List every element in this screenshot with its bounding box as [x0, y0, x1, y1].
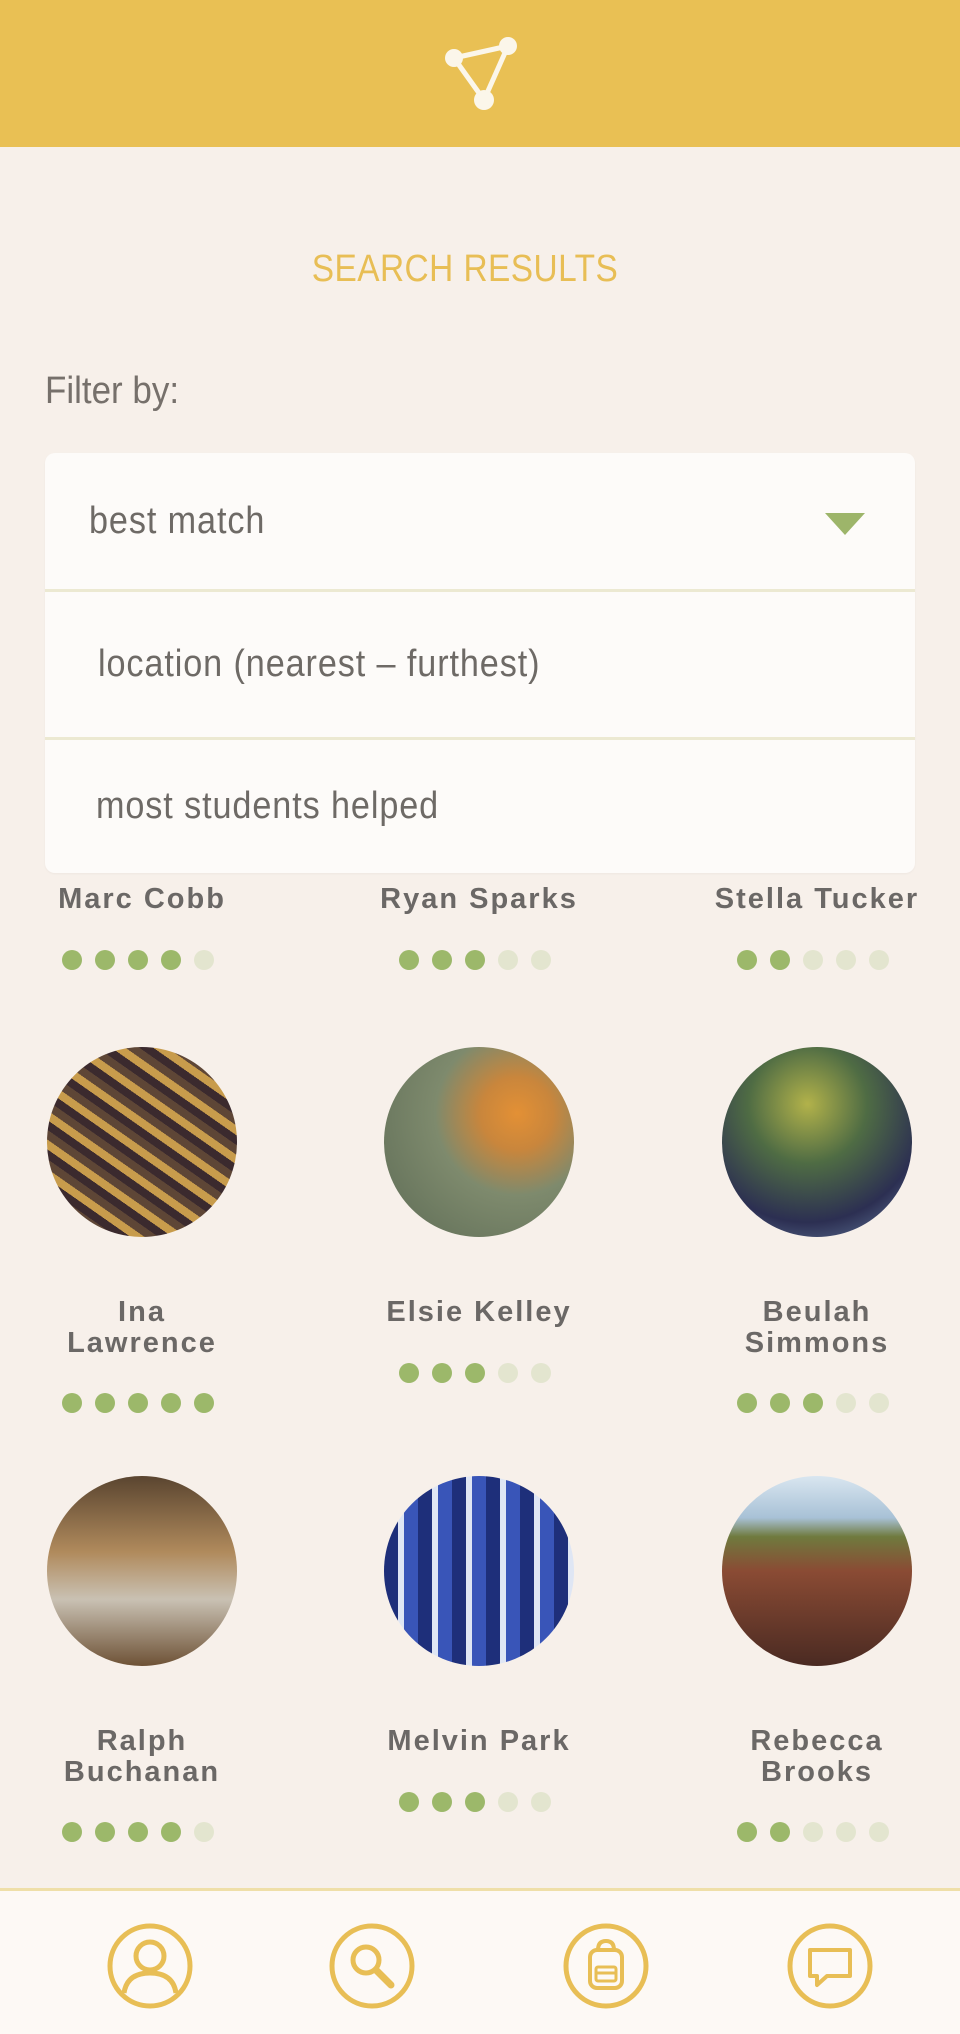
rating-dots — [399, 950, 551, 970]
rating-dots — [737, 1822, 889, 1842]
rating-dot-empty — [498, 1363, 518, 1383]
rating-dot-filled — [737, 1822, 757, 1842]
rating-dot-empty — [869, 1393, 889, 1413]
profile-icon[interactable] — [107, 1923, 193, 2009]
share-network-icon[interactable] — [438, 32, 522, 116]
rating-dot-filled — [770, 1393, 790, 1413]
filter-dropdown[interactable]: best match location (nearest – furthest)… — [45, 453, 915, 873]
result-name[interactable]: Ryan Sparks — [349, 884, 609, 915]
rating-dot-filled — [399, 1792, 419, 1812]
filter-selected-option[interactable]: best match — [45, 453, 915, 592]
rating-dot-filled — [465, 1363, 485, 1383]
rating-dot-filled — [62, 1393, 82, 1413]
filter-option-students-helped[interactable]: most students helped — [45, 740, 915, 873]
rating-dot-filled — [128, 1822, 148, 1842]
rating-dot-filled — [432, 1792, 452, 1812]
rating-dot-filled — [161, 950, 181, 970]
filter-selected-label: best match — [89, 499, 266, 542]
rating-dot-empty — [531, 1363, 551, 1383]
page-title: SEARCH RESULTS — [311, 248, 619, 290]
rating-dot-filled — [62, 1822, 82, 1842]
rating-dot-filled — [95, 1393, 115, 1413]
rating-dot-filled — [737, 1393, 757, 1413]
rating-dot-empty — [531, 950, 551, 970]
rating-dot-empty — [194, 1822, 214, 1842]
rating-dot-filled — [128, 950, 148, 970]
rating-dot-filled — [399, 1363, 419, 1383]
rating-dot-filled — [95, 950, 115, 970]
rating-dot-empty — [194, 950, 214, 970]
rating-dot-filled — [432, 1363, 452, 1383]
rating-dot-filled — [95, 1822, 115, 1842]
rating-dot-filled — [128, 1393, 148, 1413]
filter-option-location[interactable]: location (nearest – furthest) — [45, 592, 915, 740]
rating-dot-filled — [803, 1393, 823, 1413]
rating-dot-filled — [62, 950, 82, 970]
avatar[interactable] — [47, 1047, 237, 1237]
avatar[interactable] — [47, 1476, 237, 1666]
result-name[interactable]: Melvin Park — [349, 1726, 609, 1757]
filter-option-label: location (nearest – furthest) — [98, 643, 541, 685]
rating-dot-filled — [770, 950, 790, 970]
rating-dot-filled — [465, 1792, 485, 1812]
result-name[interactable]: Rebecca Brooks — [732, 1726, 902, 1788]
rating-dot-empty — [869, 950, 889, 970]
rating-dots — [399, 1363, 551, 1383]
rating-dot-filled — [770, 1822, 790, 1842]
avatar[interactable] — [384, 1047, 574, 1237]
rating-dots — [399, 1792, 551, 1812]
result-name[interactable]: Beulah Simmons — [732, 1297, 902, 1359]
app-header — [0, 0, 960, 147]
rating-dots — [737, 950, 889, 970]
rating-dot-filled — [737, 950, 757, 970]
filter-option-label: most students helped — [96, 785, 440, 827]
rating-dot-empty — [869, 1822, 889, 1842]
avatar[interactable] — [722, 1476, 912, 1666]
rating-dot-filled — [432, 950, 452, 970]
rating-dots — [62, 1822, 214, 1842]
result-name[interactable]: Stella Tucker — [687, 884, 947, 915]
rating-dots — [62, 950, 214, 970]
rating-dot-filled — [399, 950, 419, 970]
rating-dots — [737, 1393, 889, 1413]
filter-label: Filter by: — [45, 370, 180, 412]
rating-dot-filled — [161, 1822, 181, 1842]
rating-dot-empty — [836, 1393, 856, 1413]
rating-dot-empty — [498, 950, 518, 970]
rating-dot-empty — [836, 1822, 856, 1842]
avatar[interactable] — [384, 1476, 574, 1666]
result-name[interactable]: Marc Cobb — [12, 884, 272, 915]
chat-icon[interactable] — [787, 1923, 873, 2009]
search-icon[interactable] — [329, 1923, 415, 2009]
avatar[interactable] — [722, 1047, 912, 1237]
rating-dot-filled — [161, 1393, 181, 1413]
caret-down-icon[interactable] — [825, 513, 865, 535]
rating-dot-empty — [531, 1792, 551, 1812]
rating-dot-empty — [836, 950, 856, 970]
result-name[interactable]: Ina Lawrence — [57, 1297, 227, 1359]
rating-dot-empty — [803, 1822, 823, 1842]
rating-dots — [62, 1393, 214, 1413]
rating-dot-empty — [803, 950, 823, 970]
bottom-navigation — [0, 1888, 960, 2034]
backpack-icon[interactable] — [563, 1923, 649, 2009]
rating-dot-filled — [194, 1393, 214, 1413]
rating-dot-filled — [465, 950, 485, 970]
result-name[interactable]: Elsie Kelley — [349, 1297, 609, 1328]
result-name[interactable]: Ralph Buchanan — [57, 1726, 227, 1788]
rating-dot-empty — [498, 1792, 518, 1812]
